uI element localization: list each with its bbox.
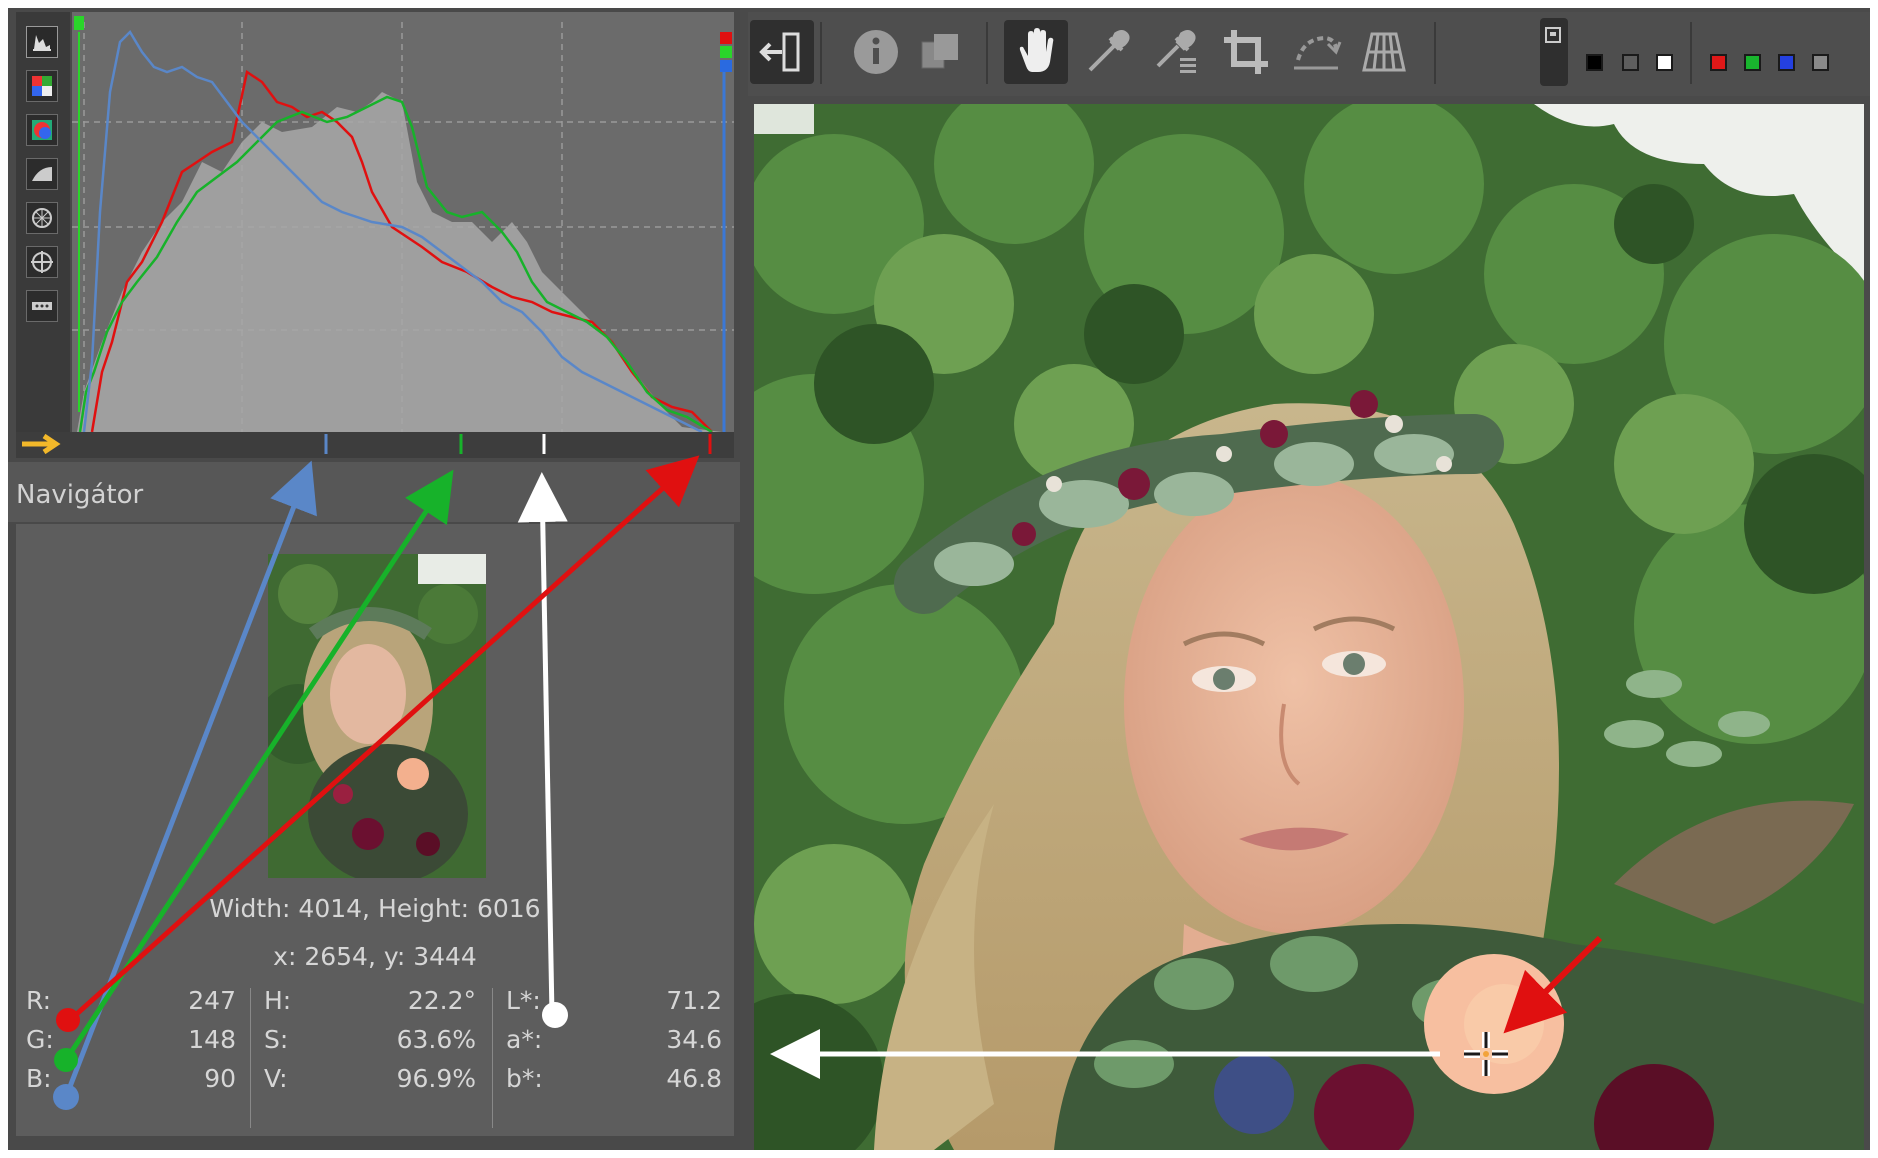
image-dimensions: Width: 4014, Height: 6016 xyxy=(209,894,541,923)
shadow-clip-indicator xyxy=(74,16,84,30)
value-value: 96.9% xyxy=(396,1064,476,1093)
before-after-icon[interactable] xyxy=(908,20,972,84)
red-value: 247 xyxy=(188,986,236,1015)
yellow-arrow-icon xyxy=(22,433,61,455)
lightness-value-row: L*: 71.2 xyxy=(496,986,732,1024)
more-icon[interactable] xyxy=(26,290,58,322)
straighten-icon[interactable] xyxy=(1284,20,1348,84)
saturation-label: S: xyxy=(264,1025,289,1054)
navigator-header[interactable]: Navigátor xyxy=(8,462,740,522)
color-wheel-icon[interactable] xyxy=(26,114,58,146)
red-label: R: xyxy=(26,986,52,1015)
saturation-value: 63.6% xyxy=(396,1025,476,1054)
red-value-row: R: 247 xyxy=(16,986,246,1024)
blue-value: 90 xyxy=(204,1064,236,1093)
lightness-value: 71.2 xyxy=(666,986,722,1015)
hue-value: 22.2° xyxy=(407,986,476,1015)
divider xyxy=(250,988,251,1128)
divider xyxy=(492,988,493,1128)
crop-icon[interactable] xyxy=(1214,20,1278,84)
histogram-graph xyxy=(72,16,734,434)
luminance-histogram xyxy=(77,92,722,432)
value-label: V: xyxy=(264,1064,288,1093)
chroma-icon[interactable] xyxy=(26,202,58,234)
separator xyxy=(1434,22,1436,84)
blue-label: B: xyxy=(26,1064,52,1093)
green-value-row: G: 148 xyxy=(16,1025,246,1063)
cursor-coordinates: x: 2654, y: 3444 xyxy=(273,942,477,971)
red-channel-icon[interactable] xyxy=(1710,54,1727,71)
raw-histogram-icon[interactable] xyxy=(26,158,58,190)
green-channel-icon[interactable] xyxy=(1744,54,1761,71)
a-star-value: 34.6 xyxy=(666,1025,722,1054)
b-star-value: 46.8 xyxy=(666,1064,722,1093)
hand-pan-icon[interactable] xyxy=(1004,20,1068,84)
hsv-column: H: 22.2° S: 63.6% V: 96.9% xyxy=(254,982,486,1132)
blue-channel-icon[interactable] xyxy=(1778,54,1795,71)
histogram-icon[interactable] xyxy=(26,26,58,58)
luminance-channel-icon[interactable] xyxy=(1812,54,1829,71)
green-label: G: xyxy=(26,1025,54,1054)
grey-background-icon[interactable] xyxy=(1622,54,1639,71)
info-icon[interactable] xyxy=(844,20,908,84)
collapse-panel-icon[interactable] xyxy=(750,20,814,84)
histogram[interactable] xyxy=(72,12,734,442)
lightness-label: L*: xyxy=(506,986,541,1015)
highlight-clip-blue xyxy=(720,60,732,72)
black-background-icon[interactable] xyxy=(1586,54,1603,71)
b-star-label: b*: xyxy=(506,1064,543,1093)
separator xyxy=(1690,22,1692,84)
a-star-value-row: a*: 34.6 xyxy=(496,1025,732,1063)
editor-toolbar xyxy=(748,12,1870,96)
lab-column: L*: 71.2 a*: 34.6 b*: 46.8 xyxy=(496,982,732,1132)
focus-mask-icon[interactable] xyxy=(1540,18,1568,86)
histogram-value-bar xyxy=(16,432,734,458)
navigator-thumbnail[interactable] xyxy=(268,554,486,878)
blue-value-row: B: 90 xyxy=(16,1064,246,1102)
color-picker-icon[interactable] xyxy=(1074,20,1138,84)
highlight-clip-green xyxy=(720,46,732,58)
histogram-toolbar xyxy=(16,12,70,432)
navigator-title: Navigátor xyxy=(16,480,144,510)
a-star-label: a*: xyxy=(506,1025,543,1054)
navigator-panel: Width: 4014, Height: 6016 x: 2654, y: 34… xyxy=(16,524,734,1136)
separator xyxy=(986,22,988,84)
hue-value-row: H: 22.2° xyxy=(254,986,486,1024)
green-value: 148 xyxy=(188,1025,236,1054)
white-balance-picker-icon[interactable] xyxy=(1144,20,1208,84)
main-image-preview[interactable] xyxy=(754,104,1864,1150)
rgb-channels-icon[interactable] xyxy=(26,70,58,102)
white-background-icon[interactable] xyxy=(1656,54,1673,71)
perspective-icon[interactable] xyxy=(1352,20,1416,84)
b-star-value-row: b*: 46.8 xyxy=(496,1064,732,1102)
hue-label: H: xyxy=(264,986,292,1015)
rgb-column: R: 247 G: 148 B: 90 xyxy=(16,982,246,1132)
saturation-value-row: S: 63.6% xyxy=(254,1025,486,1063)
pixel-values: R: 247 G: 148 B: 90 H: 22.2° S: 63.6% V:… xyxy=(16,982,734,1132)
value-value-row: V: 96.9% xyxy=(254,1064,486,1102)
crosshair-icon[interactable] xyxy=(26,246,58,278)
highlight-clip-red xyxy=(720,32,732,44)
separator xyxy=(820,22,822,84)
